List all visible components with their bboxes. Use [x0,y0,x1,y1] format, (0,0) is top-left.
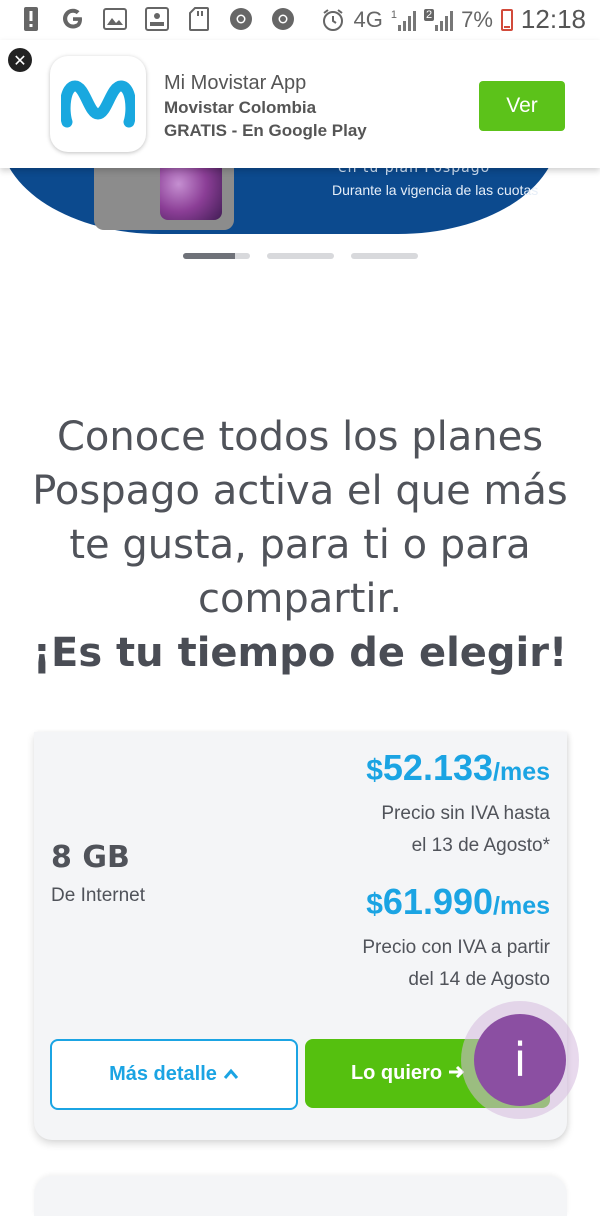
signal-sim1: 1 [391,9,416,31]
hero-caption: Durante la vigencia de las cuotas [332,182,539,198]
app-publisher: Movistar Colombia [164,98,317,117]
sim1-label: 1 [390,8,397,21]
price-amount: 61.990 [382,881,494,922]
app-name: Mi Movistar App [164,72,307,94]
price-note: Precio sin IVA hasta [381,803,550,824]
price-period: /mes [493,892,550,920]
hero-title: en tu plan Pospago [338,168,491,176]
movistar-logo[interactable] [50,56,146,152]
price-value: $61.990/mes [362,880,550,932]
hero-slider[interactable]: en tu plan Pospago Durante la vigencia d… [0,168,600,240]
alert-icon [18,6,44,32]
battery-icon [500,8,513,31]
data-amount: 8 GB [51,840,130,875]
gallery-icon [102,6,128,32]
phone-image [94,168,234,230]
screen-record-icon [144,6,170,32]
price-without-tax: $52.133/mes Precio sin IVA hasta el 13 d… [366,746,550,862]
headline-line: Pospago activa el que más [32,468,568,514]
price-note: el 13 de Agosto* [411,835,550,856]
network-type: 4G [353,6,383,32]
google-icon [60,6,86,32]
next-plan-card [34,1176,567,1216]
system-indicators: 4G 1 2 7% 12:18 [320,4,586,35]
slider-pagination [183,253,418,259]
close-icon[interactable]: ✕ [8,48,32,72]
chrome-icon [228,6,254,32]
chrome-icon [270,6,296,32]
sim2-label: 2 [424,8,435,21]
alarm-icon [320,7,346,33]
signal-bars-icon [435,9,454,31]
headline-line: te gusta, para ti o para [69,522,531,568]
hero-background [0,168,558,234]
price-note: del 14 de Agosto [408,969,550,990]
page-headline: Conoce todos los planes Pospago activa e… [0,410,600,680]
status-bar: 4G 1 2 7% 12:18 [0,0,600,40]
headline-emphasis: ¡Es tu tiempo de elegir! [32,630,568,676]
price-note: Precio con IVA a partir [362,937,550,958]
slider-dot-2[interactable] [267,253,334,259]
slider-dot-3[interactable] [351,253,418,259]
app-price: GRATIS - En Google Play [164,121,367,140]
price-currency: $ [366,888,383,921]
price-currency: $ [366,754,383,787]
price-with-tax: $61.990/mes Precio con IVA a partir del … [362,880,550,996]
more-details-button[interactable]: Más detalle [50,1039,298,1110]
price-period: /mes [493,758,550,786]
price-amount: 52.133 [382,747,494,788]
more-details-label: Más detalle [109,1063,217,1085]
signal-bars-icon [398,9,416,31]
notification-icons [18,6,296,32]
battery-percent: 7% [461,6,493,32]
slider-dot-1[interactable] [183,253,250,259]
price-value: $52.133/mes [366,746,550,798]
sd-card-icon [186,6,212,32]
buy-plan-label: Lo quiero [350,1062,443,1084]
view-app-button[interactable]: Ver [479,81,565,131]
app-info: Mi Movistar App Movistar Colombia GRATIS… [164,70,367,142]
headline-line: Conoce todos los planes [56,414,544,460]
clock: 12:18 [520,4,586,34]
info-button[interactable]: i [474,1014,566,1106]
app-install-banner: ✕ Mi Movistar App Movistar Colombia GRAT… [0,40,600,168]
signal-sim2: 2 [424,8,454,31]
headline-line: compartir. [197,576,403,622]
data-label: De Internet [51,885,145,906]
plan-data: 8 GB De Internet [51,838,145,910]
chevron-up-icon [223,1063,239,1086]
